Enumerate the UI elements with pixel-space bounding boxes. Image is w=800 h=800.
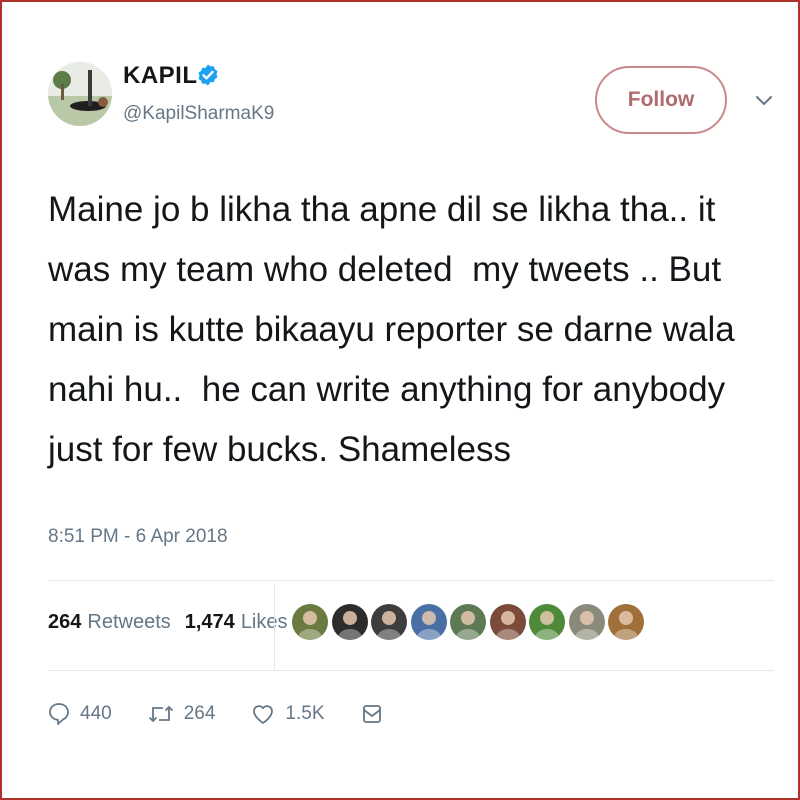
- engagement-stats: 264 Retweets 1,474 Likes: [48, 611, 302, 634]
- liker-avatar-icon[interactable]: [607, 603, 645, 641]
- tweet-line: was my team who deleted my tweets .. But: [48, 250, 722, 289]
- envelope-icon: [362, 705, 381, 723]
- liker-avatar-icon[interactable]: [528, 603, 566, 641]
- follow-button[interactable]: Follow: [595, 66, 727, 134]
- reply-count: 440: [80, 703, 112, 724]
- liker-avatars: [291, 603, 647, 641]
- tweet-line: nahi hu.. he can write anything for anyb…: [48, 370, 726, 409]
- divider: [48, 670, 774, 671]
- likes-count: 1,474: [184, 611, 235, 633]
- tweet-card: KAPIL @KapilSharmaK9 Follow Maine jo b l…: [0, 0, 800, 800]
- liker-avatar-icon[interactable]: [449, 603, 487, 641]
- tweet-text: Maine jo b likha tha apne dil se likha t…: [48, 180, 778, 480]
- liker-avatar-icon[interactable]: [370, 603, 408, 641]
- display-name[interactable]: KAPIL: [123, 62, 198, 90]
- likes-label: Likes: [240, 611, 288, 633]
- profile-avatar[interactable]: [48, 62, 112, 126]
- like-button[interactable]: 1.5K: [251, 703, 325, 725]
- tweet-line: just for few bucks. Shameless: [48, 430, 511, 469]
- verified-badge-icon: [198, 64, 218, 86]
- tweet-line: Maine jo b likha tha apne dil se likha t…: [48, 190, 716, 229]
- heart-icon: [253, 705, 274, 724]
- stats-divider: [274, 584, 275, 670]
- direct-message-button[interactable]: [361, 702, 383, 726]
- divider: [48, 580, 774, 581]
- retweet-button[interactable]: 264: [148, 703, 216, 725]
- liker-avatar-icon[interactable]: [330, 603, 369, 641]
- tweet-timestamp[interactable]: 8:51 PM - 6 Apr 2018: [48, 526, 228, 548]
- liker-avatar-icon[interactable]: [488, 603, 527, 641]
- likes-stat[interactable]: 1,474 Likes: [185, 611, 288, 634]
- profile-photo-icon: [48, 62, 112, 126]
- tweet-line: main is kutte bikaayu reporter se darne …: [48, 310, 735, 349]
- retweet-count: 264: [183, 703, 216, 724]
- liker-avatar-icon[interactable]: [567, 603, 606, 641]
- retweets-stat[interactable]: 264 Retweets: [48, 611, 171, 634]
- tweet-actions: 440 264 1.5K: [48, 702, 383, 726]
- retweet-icon: [148, 705, 173, 723]
- retweets-label: Retweets: [87, 611, 171, 633]
- reply-button[interactable]: 440: [48, 702, 112, 726]
- reply-icon: [49, 703, 69, 725]
- like-count: 1.5K: [285, 703, 325, 724]
- retweets-count: 264: [48, 611, 82, 633]
- user-handle[interactable]: @KapilSharmaK9: [123, 103, 274, 125]
- chevron-down-icon[interactable]: [754, 94, 774, 108]
- liker-avatar-icon[interactable]: [291, 603, 329, 641]
- liker-avatar-icon[interactable]: [409, 603, 448, 641]
